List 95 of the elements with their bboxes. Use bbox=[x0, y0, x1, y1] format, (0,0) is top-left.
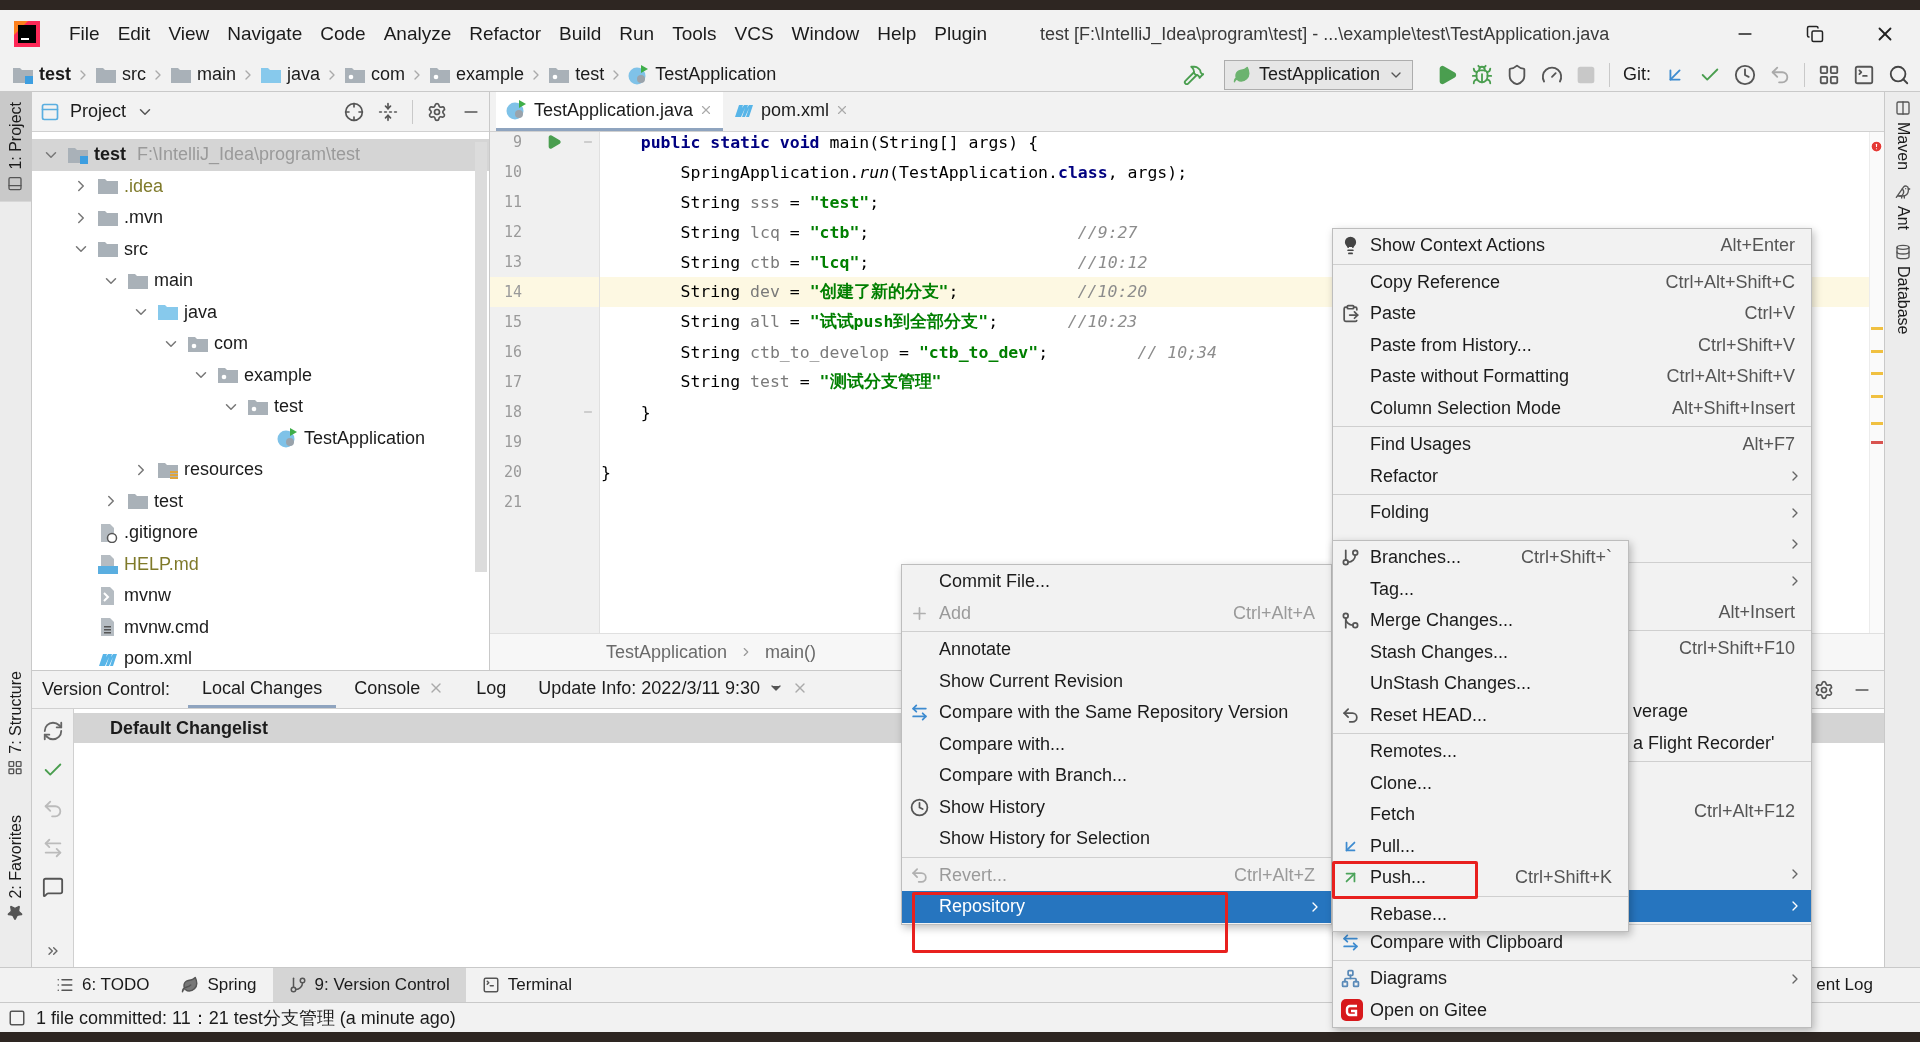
shortcut-text: Ctrl+Shift+` bbox=[1520, 547, 1613, 569]
menu-item-label: Column Selection Mode bbox=[1370, 397, 1563, 419]
window-title: test [F:\IntelliJ_Idea\program\test] - ...\example\test\TestApplication.java bbox=[1040, 23, 1610, 45]
menu-item-label: Clone... bbox=[1370, 772, 1434, 794]
shortcut-text: Ctrl+Shift+F10 bbox=[1678, 638, 1796, 660]
line-number: 10 bbox=[502, 162, 523, 183]
code-line: String test = "测试分支管理" bbox=[679, 371, 942, 393]
line-number: 9 bbox=[511, 132, 523, 153]
menu-item-label: Paste bbox=[1370, 303, 1418, 325]
code-line: } bbox=[639, 402, 651, 422]
shortcut-text: Ctrl+Alt+Shift+C bbox=[1665, 271, 1796, 293]
menu-item-label: Compare with Clipboard bbox=[1370, 931, 1565, 953]
menu-item-label: Merge Changes... bbox=[1370, 610, 1515, 632]
line-number: 18 bbox=[502, 402, 523, 423]
line-number: 19 bbox=[502, 432, 523, 453]
project-path: F:\IntelliJ_Idea\program\test bbox=[137, 144, 361, 166]
shortcut-text: Alt+Insert bbox=[1718, 601, 1796, 623]
line-number: 21 bbox=[502, 492, 523, 513]
tree-item-label: test bbox=[274, 396, 303, 418]
menu-item-label: Add bbox=[939, 602, 973, 624]
shortcut-text: Alt+Shift+Insert bbox=[1671, 397, 1796, 419]
shortcut-text: Ctrl+Alt+A bbox=[1232, 602, 1316, 624]
code-line: String sss = "test"; bbox=[679, 192, 880, 212]
menu-item-label: Copy Reference bbox=[1370, 271, 1502, 293]
menu-item-label: Show History bbox=[939, 796, 1047, 818]
tree-item-label: com bbox=[214, 333, 248, 355]
tree-item-label: mvnw bbox=[124, 585, 171, 607]
tree-item-label: resources bbox=[184, 459, 264, 481]
menu-item-label: Fetch bbox=[1370, 804, 1417, 826]
menu-item-label: Remotes... bbox=[1370, 741, 1459, 763]
menu-item-label: Open on Gitee bbox=[1370, 999, 1489, 1021]
line-number: 17 bbox=[502, 372, 523, 393]
menu-item-label: Paste without Formatting bbox=[1370, 366, 1571, 388]
shortcut-text: Ctrl+Shift+V bbox=[1697, 334, 1796, 356]
line-number: 20 bbox=[502, 462, 523, 483]
shortcut-text: Alt+Enter bbox=[1720, 235, 1796, 257]
shortcut-text: Ctrl+Alt+F12 bbox=[1693, 800, 1796, 822]
shortcut-text: Ctrl+Shift+K bbox=[1514, 867, 1613, 889]
panel-title: Version Control: bbox=[42, 678, 171, 701]
menu-item-label: Revert... bbox=[939, 864, 1009, 886]
menu-item-label: Show Context Actions bbox=[1370, 235, 1547, 257]
code-line: } bbox=[600, 462, 611, 482]
line-number: 15 bbox=[502, 312, 523, 333]
menu-item-label: Reset HEAD... bbox=[1370, 704, 1489, 726]
menu-item-label: Compare with... bbox=[939, 733, 1067, 755]
menu-item-label: Repository bbox=[939, 896, 1027, 918]
menu-item-label: Show Current Revision bbox=[939, 670, 1125, 692]
line-number: 11 bbox=[502, 192, 523, 213]
menu-item-label: Annotate bbox=[939, 639, 1013, 661]
line-number: 13 bbox=[502, 252, 523, 273]
code-line: SpringApplication.run(TestApplication.class, args); bbox=[679, 162, 1188, 182]
shortcut-text: Ctrl+Alt+Shift+V bbox=[1666, 366, 1796, 388]
menu-item-label: Tag... bbox=[1370, 578, 1416, 600]
tree-item-label: test bbox=[94, 144, 126, 166]
menu-item-label: Commit File... bbox=[939, 571, 1051, 593]
menu-item-label: Compare with Branch... bbox=[939, 765, 1129, 787]
line-number: 16 bbox=[502, 342, 523, 363]
code-line: public static void main(String[] args) { bbox=[639, 132, 1039, 152]
menu-item-label: Find Usages bbox=[1370, 434, 1473, 456]
status-message: 1 file committed: 11：21 test分支管理 (a minute ago) bbox=[36, 1006, 456, 1030]
menu-item-label: UnStash Changes... bbox=[1370, 673, 1533, 695]
tree-item-label: src bbox=[124, 238, 148, 260]
code-line: String ctb = "lcq"; //10:12 bbox=[679, 252, 1148, 272]
menu-item-label: Rebase... bbox=[1370, 903, 1449, 925]
menu-item-label: Pull... bbox=[1370, 835, 1417, 857]
menu-item-label: Compare with the Same Repository Version bbox=[939, 702, 1290, 724]
tree-item-label: .gitignore bbox=[124, 522, 199, 544]
code-line: String all = "试试push到全部分支"; //10:23 bbox=[679, 311, 1138, 333]
menu-item-label: Push... bbox=[1370, 867, 1428, 889]
tree-item-label: HELP.md bbox=[124, 553, 199, 575]
menu-item-label: Refactor bbox=[1370, 465, 1440, 487]
tree-item-label: mvnw.cmd bbox=[124, 616, 210, 638]
tree-item-label: .mvn bbox=[124, 207, 163, 229]
menu-item-label: Paste from History... bbox=[1370, 334, 1533, 356]
code-line: String ctb_to_develop = "ctb_to_dev"; // 10;34 bbox=[679, 342, 1217, 362]
line-number: 12 bbox=[502, 222, 523, 243]
tree-item-label: TestApplication bbox=[304, 427, 426, 449]
shortcut-text: Ctrl+Alt+Z bbox=[1233, 864, 1316, 886]
line-number: 14 bbox=[502, 282, 523, 303]
tree-item-label: test bbox=[154, 490, 183, 512]
code-line: String dev = "创建了新的分支"; //10:20 bbox=[679, 281, 1148, 303]
menu-item-label: Branches... bbox=[1370, 547, 1463, 569]
shortcut-text: Ctrl+V bbox=[1744, 303, 1796, 325]
tree-item-label: pom.xml bbox=[124, 648, 192, 670]
git-label: Git: bbox=[1623, 64, 1651, 85]
menu-item-label: Diagrams bbox=[1370, 968, 1449, 990]
tree-item-label: java bbox=[184, 301, 218, 323]
code-line: String lcq = "ctb"; //9:27 bbox=[679, 222, 1138, 242]
shortcut-text: Alt+F7 bbox=[1742, 434, 1796, 456]
tree-item-label: main bbox=[154, 270, 193, 292]
menu-item-label: Stash Changes... bbox=[1370, 641, 1510, 663]
menu-item-label: Show History for Selection bbox=[939, 828, 1152, 850]
menu-item-label: Folding bbox=[1370, 502, 1431, 524]
tree-item-label: .idea bbox=[124, 175, 164, 197]
tree-item-label: example bbox=[244, 364, 313, 386]
